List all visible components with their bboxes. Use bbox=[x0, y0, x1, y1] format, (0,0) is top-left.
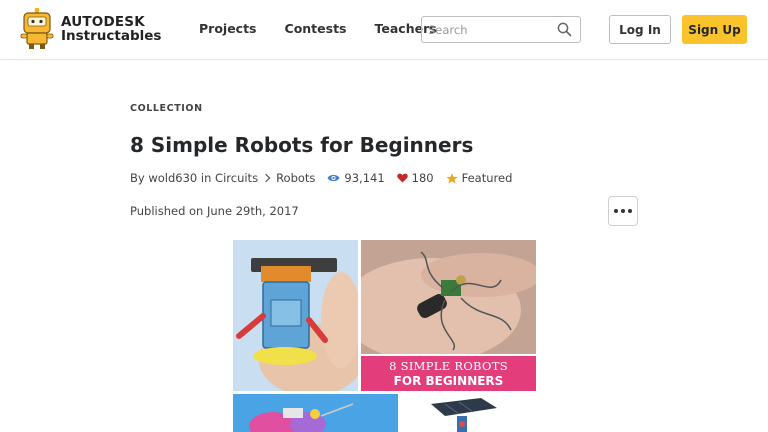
published-date: Published on June 29th, 2017 bbox=[130, 204, 299, 218]
nav-contests[interactable]: Contests bbox=[285, 21, 347, 36]
views-count: 93,141 bbox=[344, 171, 385, 185]
hero-image-collage[interactable]: 8 SIMPLE ROBOTS FOR BEGINNERS bbox=[233, 240, 536, 432]
eye-icon bbox=[327, 174, 340, 182]
sign-up-button[interactable]: Sign Up bbox=[682, 15, 747, 44]
banner-line-2: FOR BEGINNERS bbox=[393, 374, 504, 388]
logo-text: AUTODESK Instructables bbox=[61, 15, 161, 43]
more-horizontal-icon bbox=[614, 209, 618, 213]
views-stat: 93,141 bbox=[327, 171, 385, 185]
featured-badge: Featured bbox=[446, 171, 513, 185]
robot-photo-3 bbox=[233, 394, 398, 432]
subcategory-link[interactable]: Robots bbox=[276, 171, 315, 185]
logo-product: Instructables bbox=[61, 28, 162, 44]
title-banner: 8 SIMPLE ROBOTS FOR BEGINNERS bbox=[361, 356, 536, 391]
log-in-button[interactable]: Log In bbox=[609, 15, 671, 44]
more-options-button[interactable] bbox=[608, 196, 638, 226]
favorites-stat: 180 bbox=[396, 171, 434, 185]
logo-brand: AUTODESK bbox=[61, 14, 145, 30]
search-box bbox=[421, 16, 581, 43]
page-title: 8 Simple Robots for Beginners bbox=[130, 133, 474, 157]
category-link[interactable]: Circuits bbox=[215, 171, 258, 185]
article-meta: By wold630 in Circuits Robots 93,141 180… bbox=[130, 171, 512, 185]
robot-mascot-icon bbox=[20, 7, 54, 50]
search-icon[interactable] bbox=[557, 22, 572, 37]
nav-projects[interactable]: Projects bbox=[199, 21, 257, 36]
robot-photo-1 bbox=[233, 240, 358, 391]
author-link[interactable]: wold630 bbox=[148, 171, 197, 185]
banner-line-1: 8 SIMPLE ROBOTS bbox=[389, 359, 508, 373]
site-logo[interactable]: AUTODESK Instructables bbox=[20, 7, 161, 50]
robot-photo-2 bbox=[361, 240, 536, 354]
by-label: By bbox=[130, 171, 145, 185]
robot-photo-4 bbox=[401, 394, 536, 432]
favorites-count: 180 bbox=[411, 171, 434, 185]
star-icon bbox=[446, 172, 458, 184]
chevron-right-icon bbox=[261, 173, 271, 183]
search-input[interactable] bbox=[422, 17, 552, 42]
heart-icon bbox=[396, 173, 408, 183]
collection-label: COLLECTION bbox=[130, 103, 203, 114]
featured-label: Featured bbox=[461, 171, 513, 185]
site-header: AUTODESK Instructables Projects Contests… bbox=[0, 0, 768, 60]
in-label: in bbox=[200, 171, 212, 185]
